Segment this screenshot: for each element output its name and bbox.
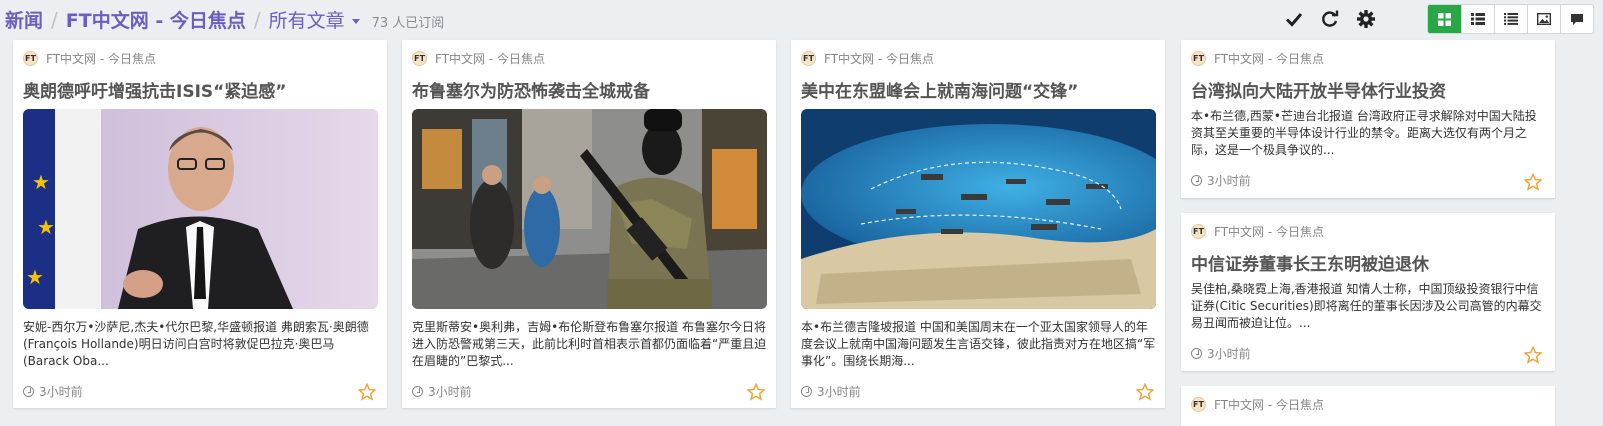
card-title[interactable]: 美中在东盟峰会上就南海问题“交锋” bbox=[801, 77, 1078, 102]
view-switcher bbox=[1427, 4, 1594, 34]
card-source: FT FT中文网 - 今日焦点 bbox=[1191, 223, 1324, 240]
star-icon[interactable] bbox=[1524, 173, 1542, 191]
star-icon[interactable] bbox=[1136, 383, 1154, 401]
gear-icon[interactable] bbox=[1351, 6, 1381, 32]
article-card[interactable]: FT FT中文网 - 今日焦点 布鲁塞尔为防恐怖袭击全城戒备 克里斯蒂安•奥利弗，… bbox=[402, 40, 776, 408]
subscriber-count: 73 人已订阅 bbox=[371, 16, 445, 31]
card-time: 3小时前 bbox=[23, 383, 83, 400]
ft-logo-icon: FT bbox=[1191, 397, 1206, 412]
svg-text:★: ★ bbox=[26, 265, 44, 289]
compact-list-icon[interactable] bbox=[1494, 5, 1527, 33]
card-source: FT FT中文网 - 今日焦点 bbox=[412, 50, 545, 67]
clock-icon bbox=[801, 386, 812, 397]
card-description: 克里斯蒂安•奥利弗，吉姆•布伦斯登布鲁塞尔报道 布鲁塞尔今日将进入防恐警戒第三天… bbox=[412, 320, 767, 368]
comment-view-icon[interactable] bbox=[1560, 5, 1593, 33]
card-source: FT FT中文网 - 今日焦点 bbox=[1191, 396, 1324, 413]
checkmark-icon[interactable] bbox=[1279, 6, 1309, 32]
card-description: 吴佳柏,桑晓霓上海,香港报道 知情人士称，中国顶级投资银行中信证券(Citic … bbox=[1191, 282, 1542, 330]
breadcrumb-news[interactable]: 新闻 bbox=[5, 6, 43, 33]
clock-icon bbox=[412, 386, 423, 397]
card-time: 3小时前 bbox=[1191, 172, 1251, 189]
ft-logo-icon: FT bbox=[412, 51, 427, 66]
card-time-label: 3小时前 bbox=[1207, 347, 1251, 361]
card-title[interactable]: 中信证券董事长王东明被迫退休 bbox=[1191, 250, 1429, 275]
refresh-icon[interactable] bbox=[1315, 6, 1345, 32]
article-card[interactable]: FT FT中文网 - 今日焦点 奥朗德呼吁增强抗击ISIS“紧迫感” ★ ★ ★ … bbox=[13, 40, 387, 408]
svg-text:★: ★ bbox=[37, 215, 55, 239]
breadcrumb-separator: / bbox=[253, 8, 261, 32]
image-view-icon[interactable] bbox=[1527, 5, 1560, 33]
caret-down-icon bbox=[351, 19, 360, 24]
article-card[interactable]: FT FT中文网 - 今日焦点 中信证券董事长王东明被迫退休 吴佳柏,桑晓霓上海,… bbox=[1181, 213, 1555, 371]
card-source-label: FT中文网 - 今日焦点 bbox=[435, 52, 545, 66]
card-time-label: 3小时前 bbox=[39, 385, 83, 399]
clock-icon bbox=[23, 386, 34, 397]
card-source-label: FT中文网 - 今日焦点 bbox=[46, 52, 156, 66]
card-description: 本•布兰德,西蒙•芒迪台北报道 台湾政府正寻求解除对中国大陆投资其至关重要的半导… bbox=[1191, 109, 1537, 157]
card-time: 3小时前 bbox=[801, 383, 861, 400]
card-title[interactable]: 台湾拟向大陆开放半导体行业投资 bbox=[1191, 77, 1446, 102]
card-time-label: 3小时前 bbox=[428, 385, 472, 399]
card-source: FT FT中文网 - 今日焦点 bbox=[23, 50, 156, 67]
star-icon[interactable] bbox=[747, 383, 765, 401]
article-image[interactable]: ★ ★ ★ bbox=[23, 109, 378, 309]
card-time: 3小时前 bbox=[412, 383, 472, 400]
ft-logo-icon: FT bbox=[1191, 224, 1206, 239]
grid-view-icon[interactable] bbox=[1428, 5, 1461, 33]
card-source-label: FT中文网 - 今日焦点 bbox=[1214, 52, 1324, 66]
card-source-label: FT中文网 - 今日焦点 bbox=[1214, 225, 1324, 239]
article-card[interactable]: FT FT中文网 - 今日焦点 美中在东盟峰会上就南海问题“交锋” 本•布兰德吉… bbox=[791, 40, 1165, 408]
card-title[interactable]: 布鲁塞尔为防恐怖袭击全城戒备 bbox=[412, 77, 650, 102]
breadcrumb-separator: / bbox=[51, 8, 58, 32]
filter-label: 所有文章 bbox=[268, 10, 345, 32]
card-source-label: FT中文网 - 今日焦点 bbox=[1214, 398, 1324, 412]
filter-dropdown[interactable]: 所有文章 bbox=[269, 6, 360, 33]
article-image[interactable] bbox=[412, 109, 767, 309]
action-toolbar bbox=[1273, 6, 1381, 32]
svg-text:★: ★ bbox=[32, 170, 50, 194]
ft-logo-icon: FT bbox=[801, 51, 816, 66]
breadcrumb: 新闻 / FT中文网 - 今日焦点 / 所有文章 73 人已订阅 bbox=[5, 6, 444, 33]
list-view-icon[interactable] bbox=[1461, 5, 1494, 33]
card-time-label: 3小时前 bbox=[817, 385, 861, 399]
card-source: FT FT中文网 - 今日焦点 bbox=[801, 50, 934, 67]
breadcrumb-feed[interactable]: FT中文网 - 今日焦点 bbox=[66, 6, 246, 33]
article-card[interactable]: FT FT中文网 - 今日焦点 bbox=[1181, 386, 1555, 426]
card-time: 3小时前 bbox=[1191, 345, 1251, 362]
card-time-label: 3小时前 bbox=[1207, 174, 1251, 188]
ft-logo-icon: FT bbox=[1191, 51, 1206, 66]
star-icon[interactable] bbox=[358, 383, 376, 401]
article-image[interactable] bbox=[801, 109, 1156, 309]
clock-icon bbox=[1191, 175, 1202, 186]
article-card[interactable]: FT FT中文网 - 今日焦点 台湾拟向大陆开放半导体行业投资 本•布兰德,西蒙•… bbox=[1181, 40, 1555, 198]
ft-logo-icon: FT bbox=[23, 51, 38, 66]
star-icon[interactable] bbox=[1524, 346, 1542, 364]
card-source: FT FT中文网 - 今日焦点 bbox=[1191, 50, 1324, 67]
card-description: 安妮-西尔万•沙萨尼,杰夫•代尔巴黎,华盛顿报道 弗朗索瓦·奥朗德(Franço… bbox=[23, 320, 369, 368]
card-title[interactable]: 奥朗德呼吁增强抗击ISIS“紧迫感” bbox=[23, 77, 286, 102]
card-description: 本•布兰德吉隆坡报道 中国和美国周末在一个亚太国家领导人的年度会议上就南中国海问… bbox=[801, 320, 1156, 368]
card-source-label: FT中文网 - 今日焦点 bbox=[824, 52, 934, 66]
clock-icon bbox=[1191, 348, 1202, 359]
top-bar: 新闻 / FT中文网 - 今日焦点 / 所有文章 73 人已订阅 bbox=[0, 0, 1603, 40]
